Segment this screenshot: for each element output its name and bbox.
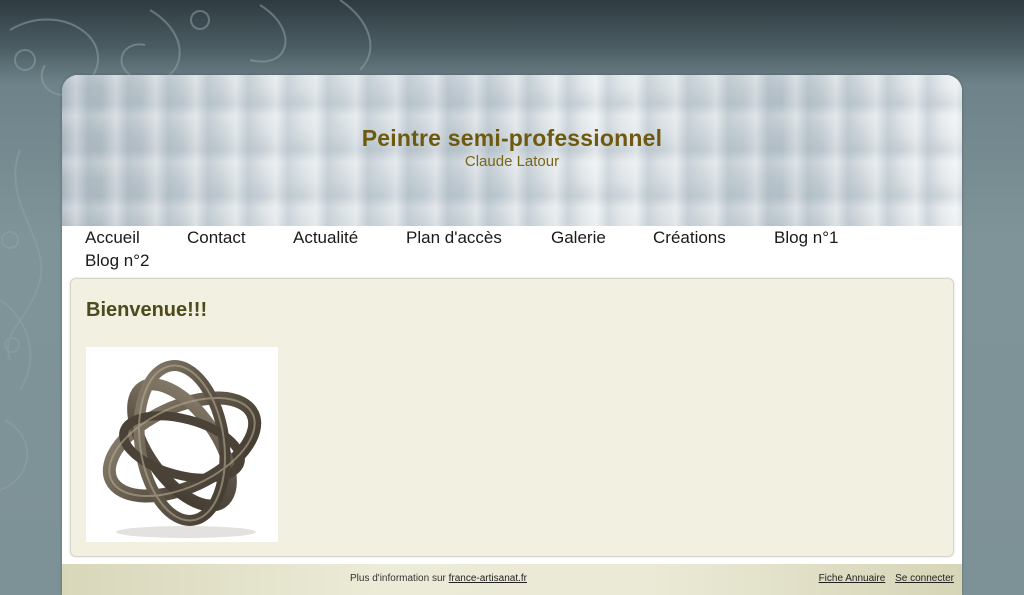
site-title[interactable]: Peintre semi-professionnel (62, 125, 962, 152)
site-footer: Plus d'information sur france-artisanat.… (62, 564, 962, 595)
footer-links: Fiche Annuaire Se connecter (812, 573, 954, 584)
site-header: Peintre semi-professionnel Claude Latour (62, 75, 962, 227)
site-container: Peintre semi-professionnel Claude Latour… (62, 75, 962, 595)
nav-item-contact[interactable]: Contact (187, 228, 246, 248)
fiche-annuaire-link[interactable]: Fiche Annuaire (819, 573, 886, 584)
nav-item-actualite[interactable]: Actualité (293, 228, 358, 248)
nav-item-blog-1[interactable]: Blog n°1 (774, 228, 838, 248)
france-artisanat-link[interactable]: france-artisanat.fr (449, 573, 527, 584)
nav-item-galerie[interactable]: Galerie (551, 228, 606, 248)
nav-item-creations[interactable]: Créations (653, 228, 726, 248)
nav-item-blog-2[interactable]: Blog n°2 (85, 251, 149, 271)
login-link[interactable]: Se connecter (895, 573, 954, 584)
sculpture-image[interactable] (86, 347, 278, 542)
metal-ring-sculpture-icon (102, 360, 262, 538)
page-heading: Bienvenue!!! (86, 299, 208, 321)
site-subtitle: Claude Latour (464, 153, 560, 170)
main-content: Bienvenue!!! (70, 278, 954, 557)
footer-info-text: Plus d'information sur (350, 573, 446, 584)
nav-item-accueil[interactable]: Accueil (85, 228, 140, 248)
footer-info: Plus d'information sur france-artisanat.… (350, 573, 527, 584)
nav-item-plan-acces[interactable]: Plan d'accès (406, 228, 502, 248)
main-navigation: Accueil Contact Actualité Plan d'accès G… (62, 226, 962, 278)
